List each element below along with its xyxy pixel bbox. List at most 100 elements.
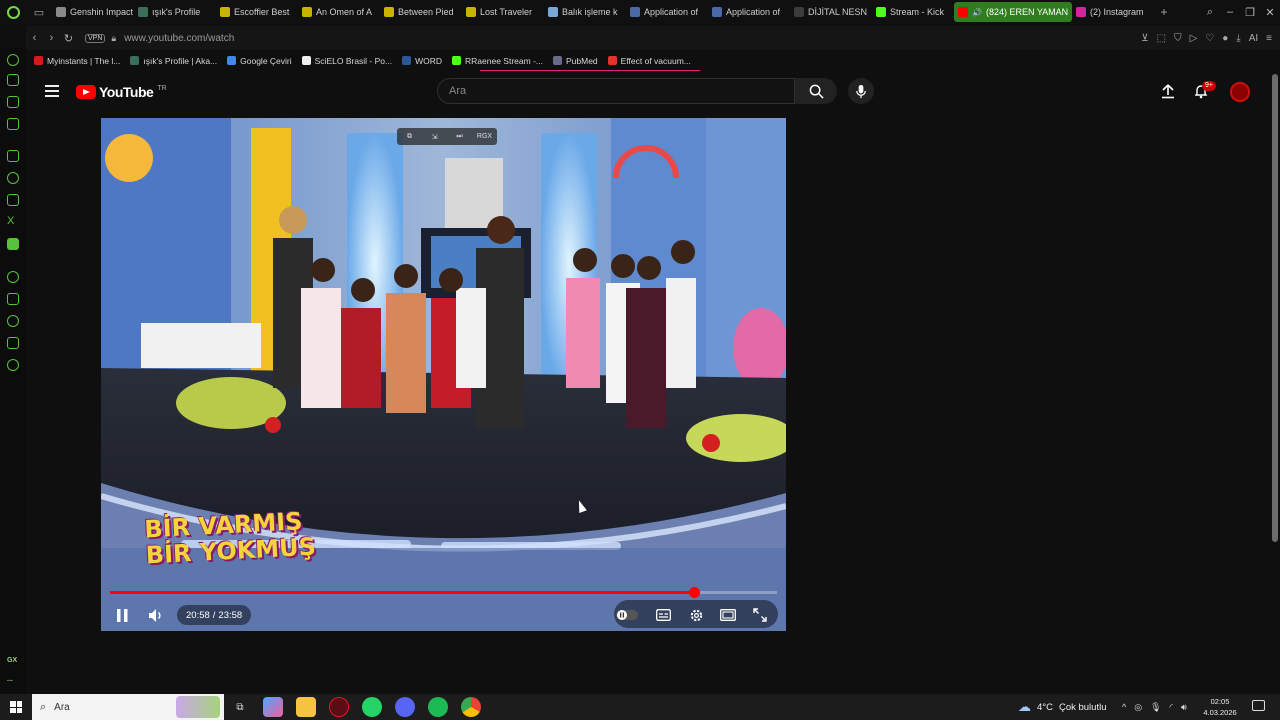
bookmark-2[interactable]: Google Çeviri <box>227 56 292 66</box>
settings-sidebar-icon[interactable] <box>7 359 19 371</box>
fullscreen-button[interactable] <box>748 604 772 626</box>
gx-label[interactable]: GX <box>7 657 17 664</box>
pin-icon[interactable]: ⊻ <box>1141 33 1148 44</box>
chrome-taskbar-icon[interactable] <box>461 697 481 717</box>
discord-taskbar-icon[interactable] <box>395 697 415 717</box>
speaker-icon[interactable]: 🔊︎ <box>1181 702 1187 713</box>
tab-3[interactable]: An Omen of A <box>298 2 380 22</box>
close-button[interactable]: ✕ <box>1260 6 1280 19</box>
tab-5[interactable]: Lost Traveler <box>462 2 544 22</box>
task-view-icon[interactable]: ⧉ <box>230 697 250 717</box>
search-tabs-icon[interactable]: ⌕ <box>1200 6 1220 19</box>
url-field[interactable]: www.youtube.com/watch <box>124 33 234 44</box>
gx-corner-icon[interactable] <box>7 74 19 86</box>
youtube-logo[interactable]: YouTube TR <box>76 84 167 100</box>
extensions-icon[interactable] <box>7 337 19 349</box>
avatar[interactable] <box>1230 82 1250 102</box>
pip-control-3[interactable]: RGX <box>472 128 497 145</box>
tab-1[interactable]: ışık's Profile <box>134 2 216 22</box>
subtitles-button[interactable] <box>651 604 675 626</box>
video-player[interactable]: ⧉ ⇲ ⏭ RGX BİR VARMIŞ BİR YOKMUŞ 20:58 / 23:… <box>101 118 786 631</box>
clock[interactable]: 02:05 4.03.2026 <box>1200 696 1240 718</box>
audio-playing-icon[interactable]: 🔊 <box>972 8 982 17</box>
voice-search-button[interactable] <box>848 78 874 104</box>
pin-sidebar-icon[interactable] <box>7 293 19 305</box>
new-tab-button[interactable]: + <box>1154 5 1174 19</box>
page-scrollbar[interactable] <box>1272 74 1278 542</box>
search-input[interactable]: Ara <box>437 78 795 104</box>
settings-button[interactable] <box>684 604 708 626</box>
search-button[interactable] <box>795 78 837 104</box>
autoplay-toggle[interactable] <box>615 604 639 626</box>
tab-10[interactable]: Stream - Kick <box>872 2 954 22</box>
upload-icon[interactable] <box>1160 83 1176 99</box>
profile-icon[interactable]: ● <box>1222 33 1228 44</box>
lock-icon[interactable]: 🔒︎ <box>111 33 116 44</box>
instagram-icon[interactable] <box>7 194 19 206</box>
x-icon[interactable]: X <box>7 216 19 228</box>
twitch-icon[interactable] <box>7 150 19 162</box>
heart-icon[interactable]: ♡ <box>1205 33 1214 44</box>
notification-center-icon[interactable] <box>1252 700 1265 711</box>
ai-button[interactable]: AI <box>1249 33 1258 44</box>
bookmark-6[interactable]: PubMed <box>552 56 598 66</box>
sidebar-more-icon[interactable]: ... <box>7 676 13 683</box>
opera-logo-icon[interactable] <box>0 0 26 24</box>
player-sidebar-icon[interactable] <box>7 271 19 283</box>
tab-2[interactable]: Escoffier Best <box>216 2 298 22</box>
whatsapp-icon[interactable] <box>7 172 19 184</box>
bookmark-7[interactable]: Effect of vacuum... <box>607 56 691 66</box>
tab-6[interactable]: Balık işleme k <box>544 2 626 22</box>
discord-icon[interactable] <box>7 238 19 250</box>
menu-icon[interactable]: ≡ <box>1266 33 1272 44</box>
chevron-up-icon[interactable]: ^ <box>1122 702 1126 712</box>
microphone-icon[interactable]: 🎙︎ <box>1150 702 1161 713</box>
reload-icon[interactable]: ↻ <box>60 32 77 45</box>
vpn-badge[interactable]: VPN <box>85 33 106 43</box>
shield-icon[interactable]: ⛉ <box>1174 33 1182 44</box>
tab-9[interactable]: DİJİTAL NESN <box>790 2 872 22</box>
whatsapp-taskbar-icon[interactable] <box>362 697 382 717</box>
tab-4[interactable]: Between Pied <box>380 2 462 22</box>
copilot-icon[interactable] <box>263 697 283 717</box>
bookmark-1[interactable]: ışık's Profile | Aka... <box>130 56 217 66</box>
gx-cleaner-icon[interactable] <box>7 96 19 108</box>
tab-8[interactable]: Application of <box>708 2 790 22</box>
wifi-icon[interactable]: ◜ <box>1170 702 1174 713</box>
pip-control-1[interactable]: ⇲ <box>422 128 447 145</box>
history-icon[interactable] <box>7 315 19 327</box>
progress-bar[interactable] <box>110 587 777 598</box>
forward-icon[interactable]: › <box>43 32 60 44</box>
camera-icon[interactable]: ◎ <box>1134 702 1142 713</box>
pip-control-2[interactable]: ⏭ <box>447 128 472 145</box>
tab-instagram[interactable]: (2) Instagram <box>1072 2 1154 22</box>
weather-widget[interactable]: ☁ 4°C Çok bulutlu <box>1018 694 1106 720</box>
download-icon[interactable]: ⤓ <box>1236 33 1240 44</box>
bookmark-3[interactable]: SciELO Brasil - Po... <box>301 56 392 66</box>
opera-gx-taskbar-icon[interactable] <box>329 697 349 717</box>
mail-icon[interactable] <box>7 118 19 130</box>
snapshot-icon[interactable]: ⬚ <box>1157 33 1166 44</box>
tab-0[interactable]: Genshin Impact <box>52 2 134 22</box>
theater-mode-button[interactable] <box>716 604 740 626</box>
search-highlight-image[interactable] <box>176 696 220 718</box>
windows-start-icon[interactable] <box>10 701 22 713</box>
bookmark-4[interactable]: WORD <box>402 56 442 66</box>
pause-button[interactable] <box>110 604 134 626</box>
bookmark-0[interactable]: Myinstants | The l... <box>34 56 120 66</box>
hamburger-menu-icon[interactable] <box>45 85 59 97</box>
file-explorer-icon[interactable] <box>296 697 316 717</box>
player-icon[interactable]: ▷ <box>1190 33 1198 44</box>
scrubber-handle[interactable] <box>688 587 700 598</box>
spotify-taskbar-icon[interactable] <box>428 697 448 717</box>
bookmark-5[interactable]: RRaenee Stream -... <box>452 56 543 66</box>
tab-active[interactable]: 🔊 (824) EREN YAMAN <box>954 2 1072 22</box>
gx-control-icon[interactable] <box>7 54 19 66</box>
pip-control-0[interactable]: ⧉ <box>397 128 422 145</box>
volume-button[interactable] <box>144 604 168 626</box>
tab-7[interactable]: Application of <box>626 2 708 22</box>
tab-overview-icon[interactable]: ▭ <box>26 0 52 24</box>
back-icon[interactable]: ‹ <box>26 32 43 44</box>
minimize-button[interactable]: – <box>1220 6 1240 19</box>
restore-button[interactable]: ❐ <box>1240 6 1260 19</box>
